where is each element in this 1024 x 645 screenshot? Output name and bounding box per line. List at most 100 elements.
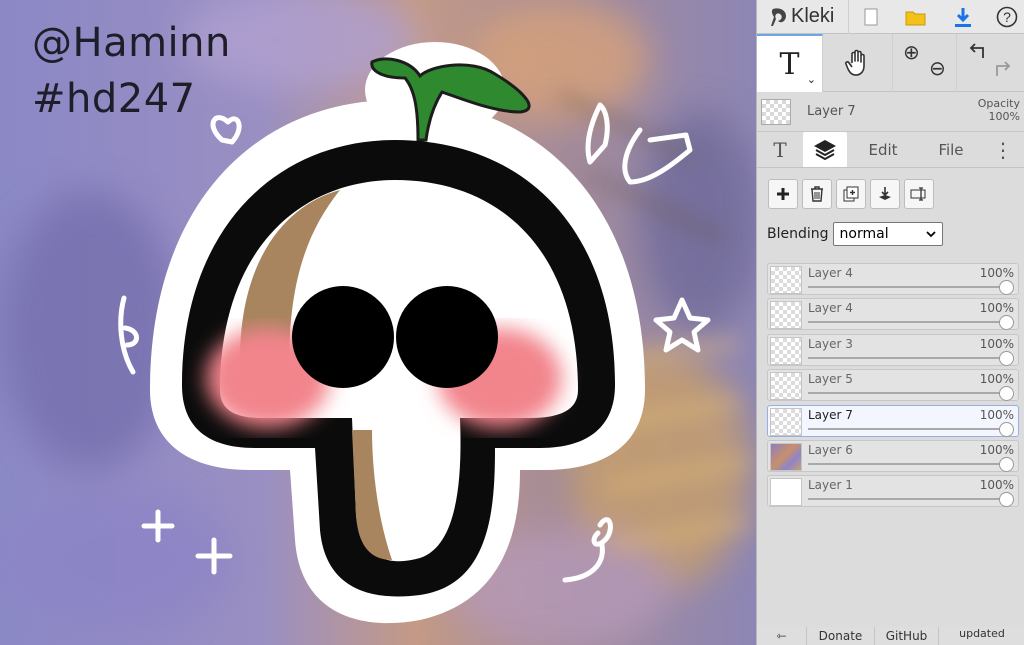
right-eye [396,286,498,388]
help-button[interactable]: ? [995,0,1019,34]
layers-list: Layer 4 100% Layer 4 100% Layer 3 100% L… [767,263,1019,511]
opacity-value: 100% [988,110,1020,123]
layer-name: Layer 7 [808,407,853,422]
rename-layer-button[interactable] [904,179,934,209]
tab-edit[interactable]: Edit [847,132,919,167]
zoom-buttons: ⊕ ⊖ [893,34,957,92]
drawing-canvas[interactable]: @Haminn #hd247 [0,0,756,645]
layer-opacity: 100% [979,407,1014,422]
layer-thumbnail [770,301,802,330]
chevron-down-icon [925,231,936,238]
layer-opacity-slider[interactable] [808,392,1006,395]
merge-down-icon [879,187,891,200]
layer-opacity-knob[interactable] [999,315,1014,331]
layer-thumbnail [770,336,802,365]
layer-row-selected[interactable]: Layer 7 100% [767,404,1019,437]
text-tool-icon: T [779,46,800,82]
duplicate-icon [843,186,859,202]
layer-thumbnail [770,372,802,401]
tab-layers[interactable] [803,132,847,167]
layer-name: Layer 5 [808,372,853,387]
layer-opacity-knob[interactable] [999,350,1014,366]
watermark-handle: @Haminn [32,20,231,66]
layer-opacity: 100% [979,372,1014,387]
layer-opacity-knob[interactable] [999,421,1014,437]
layer-row[interactable]: Layer 1 100% [767,475,1019,508]
zoom-out-icon[interactable]: ⊖ [929,56,946,80]
donate-link[interactable]: Donate [807,627,875,645]
delete-layer-button[interactable] [802,179,832,209]
text-tool-button[interactable]: T ⌄ [757,34,823,92]
tab-file[interactable]: File [919,132,983,167]
new-image-icon [864,8,878,26]
layer-opacity-slider[interactable] [808,321,1006,324]
current-layer-opacity: Opacity 100% [978,97,1020,123]
current-layer-name: Layer 7 [807,104,856,119]
blending-row: Blending normal [757,220,1024,248]
app-name: Kleki [791,5,835,27]
sidebar: Kleki ? T ⌄ ⊕ ⊖ Layer 7 Opacity 100% T E… [756,0,1024,645]
layer-row[interactable]: Layer 4 100% [767,263,1019,295]
layer-opacity-slider[interactable] [808,427,1006,430]
layer-opacity-knob[interactable] [999,386,1014,402]
current-layer-thumbnail [761,98,791,125]
blending-label: Blending [767,226,829,242]
github-link[interactable]: GitHub [875,627,939,645]
layer-row[interactable]: Layer 6 100% [767,439,1019,472]
footer: ⇽ Donate GitHub updated [757,627,1024,645]
more-options-icon[interactable]: ⋮ [983,132,1023,167]
download-icon [955,8,971,27]
redo-icon[interactable] [991,60,1011,78]
layer-name: Layer 1 [808,478,853,493]
new-image-button[interactable] [861,0,881,34]
layer-name: Layer 4 [808,266,853,280]
hand-tool-button[interactable] [823,34,893,92]
layer-row[interactable]: Layer 5 100% [767,369,1019,402]
layer-thumbnail [770,407,802,436]
add-layer-button[interactable] [768,179,798,209]
save-button[interactable] [951,0,975,34]
chevron-down-icon[interactable]: ⌄ [807,73,816,86]
layer-opacity: 100% [979,336,1014,351]
undo-icon[interactable] [969,42,989,60]
layer-name: Layer 4 [808,301,853,316]
app-logo[interactable]: Kleki [757,0,849,34]
top-bar: Kleki ? [757,0,1024,34]
duplicate-layer-button[interactable] [836,179,866,209]
layer-row[interactable]: Layer 4 100% [767,298,1019,331]
panel-tabs: T Edit File ⋮ [757,132,1024,168]
layer-opacity-knob[interactable] [999,280,1014,295]
layer-opacity-slider[interactable] [808,462,1006,465]
back-button[interactable]: ⇽ [757,627,807,645]
tool-row: T ⌄ ⊕ ⊖ [757,34,1024,92]
layer-opacity-slider[interactable] [808,356,1006,359]
layer-row[interactable]: Layer 3 100% [767,333,1019,366]
layer-opacity-knob[interactable] [999,492,1014,508]
hand-icon [844,49,865,76]
open-folder-icon [905,11,926,26]
layer-thumbnail [770,442,802,471]
zoom-in-icon[interactable]: ⊕ [903,40,920,64]
updated-link[interactable]: updated [939,627,1024,645]
svg-text:?: ? [1003,9,1011,25]
blending-selected: normal [839,226,889,242]
opacity-label: Opacity [977,97,1020,110]
merge-down-button[interactable] [870,179,900,209]
open-file-button[interactable] [903,0,929,34]
layer-opacity: 100% [979,442,1014,457]
layer-thumbnail [770,266,802,294]
layer-opacity-slider[interactable] [808,286,1006,288]
tab-text-tool[interactable]: T [757,132,803,167]
layer-name: Layer 6 [808,442,853,457]
left-eye [292,286,394,388]
layer-opacity-slider[interactable] [808,498,1006,501]
blending-select[interactable]: normal [832,222,943,246]
rename-icon [910,187,926,201]
watermark-tag: #hd247 [32,76,196,122]
layer-opacity-knob[interactable] [999,456,1014,472]
plus-icon [777,188,789,200]
trash-icon [811,186,823,202]
layer-name: Layer 3 [808,336,853,351]
layer-thumbnail [770,478,802,507]
kleki-logo-icon [771,7,786,26]
